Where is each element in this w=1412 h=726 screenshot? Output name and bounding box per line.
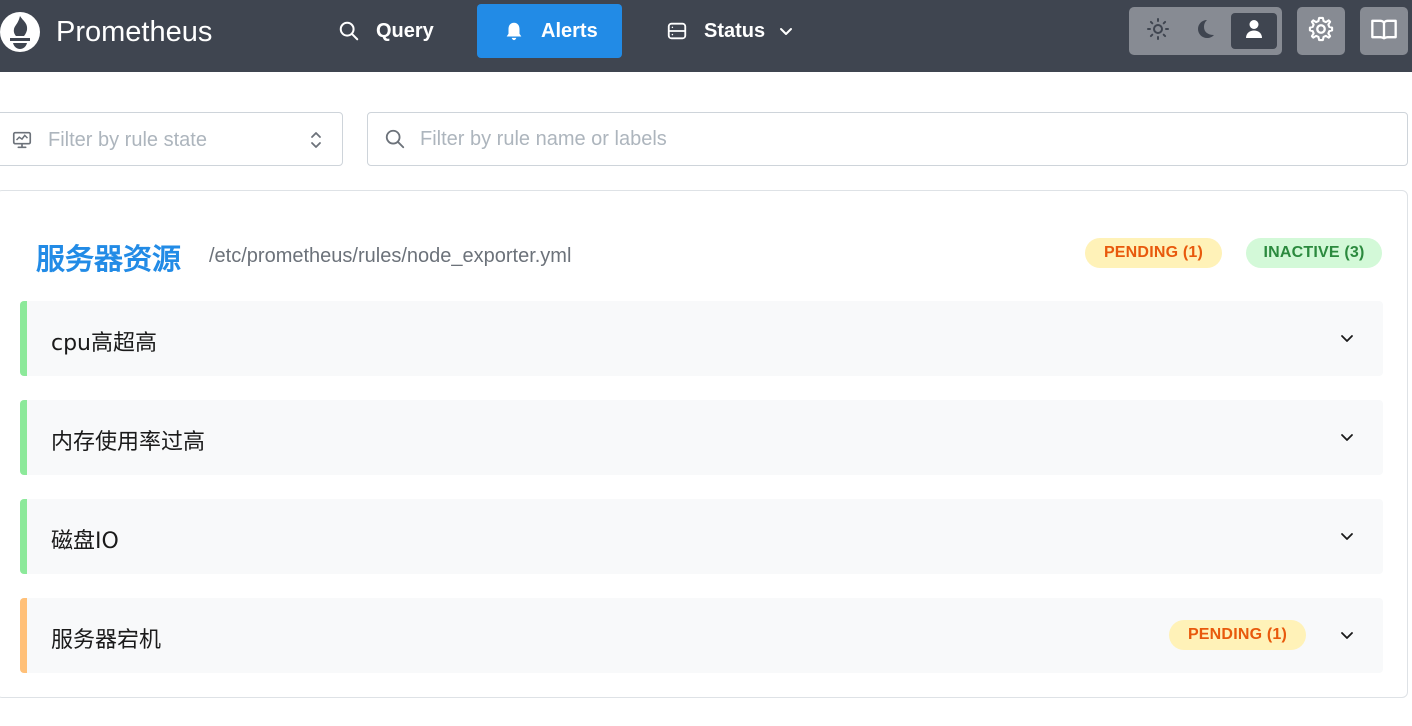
search-icon: [338, 20, 360, 42]
rule-name: 磁盘IO: [51, 529, 119, 554]
bell-icon: [503, 20, 525, 42]
gear-icon: [1307, 15, 1335, 48]
book-icon: [1370, 15, 1398, 48]
nav-query[interactable]: Query: [324, 4, 454, 58]
theme-auto-button[interactable]: [1231, 13, 1277, 49]
rule-group-file: /etc/prometheus/rules/node_exporter.yml: [209, 245, 572, 267]
rule-name: 内存使用率过高: [51, 430, 206, 455]
search-icon: [384, 128, 406, 150]
group-pending-badge: PENDING (1): [1085, 238, 1222, 268]
rule-state-indicator: [20, 301, 27, 376]
rule-pending-badge: PENDING (1): [1169, 620, 1306, 650]
rule-search-input[interactable]: [418, 123, 1378, 155]
chevron-down-icon[interactable]: [1338, 626, 1356, 644]
theme-switcher: [1129, 7, 1282, 55]
chevron-down-icon[interactable]: [1338, 527, 1356, 545]
rule-item[interactable]: 服务器宕机 PENDING (1): [20, 598, 1383, 673]
chevron-down-icon: [777, 22, 795, 40]
rule-state-select[interactable]: Filter by rule state: [0, 112, 343, 166]
rule-search-field: [367, 112, 1408, 166]
rule-item[interactable]: 内存使用率过高: [20, 400, 1383, 475]
nav-alerts-label: Alerts: [541, 19, 598, 42]
rule-item[interactable]: 磁盘IO: [20, 499, 1383, 574]
rule-state-indicator: [20, 499, 27, 574]
rule-group-name: 服务器资源: [36, 242, 182, 276]
group-inactive-badge: INACTIVE (3): [1246, 238, 1382, 268]
nav-status-label: Status: [704, 19, 766, 42]
rule-state-placeholder: Filter by rule state: [48, 129, 207, 151]
nav-alerts[interactable]: Alerts: [477, 4, 622, 58]
rule-item[interactable]: cpu高超高: [20, 301, 1383, 376]
chevron-down-icon[interactable]: [1338, 329, 1356, 347]
top-navbar: Prometheus Query Alerts Status: [0, 0, 1412, 72]
brand-title[interactable]: Prometheus: [56, 14, 212, 50]
docs-button[interactable]: [1360, 7, 1408, 55]
sun-icon: [1146, 17, 1170, 46]
chevron-down-icon[interactable]: [1338, 428, 1356, 446]
theme-light-button[interactable]: [1139, 13, 1177, 49]
rule-state-indicator: [20, 400, 27, 475]
rule-name: 服务器宕机: [51, 628, 162, 653]
selector-icon: [307, 129, 325, 151]
server-icon: [666, 20, 688, 42]
theme-dark-button[interactable]: [1186, 13, 1224, 49]
rule-name: cpu高超高: [51, 331, 158, 356]
prometheus-logo-icon[interactable]: [0, 10, 40, 54]
user-icon: [1242, 17, 1266, 46]
settings-button[interactable]: [1297, 7, 1345, 55]
moon-icon: [1193, 17, 1217, 46]
nav-query-label: Query: [376, 19, 434, 42]
nav-status-dropdown[interactable]: Status: [654, 4, 814, 58]
monitor-icon: [11, 129, 33, 151]
rule-state-indicator: [20, 598, 27, 673]
